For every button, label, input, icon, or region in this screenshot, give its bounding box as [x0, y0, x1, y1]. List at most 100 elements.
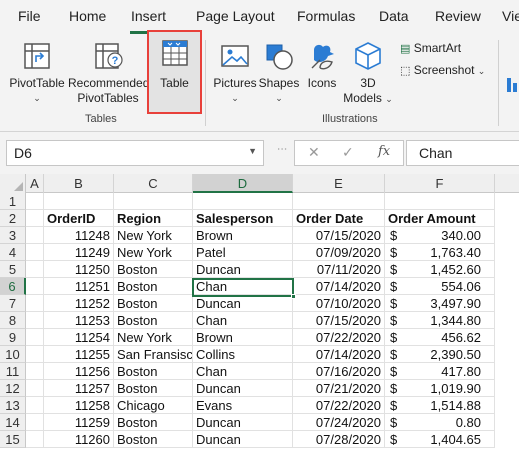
cell-d3[interactable]: Brown [193, 227, 293, 244]
cell-c5[interactable]: Boston [114, 261, 193, 278]
cell-a6[interactable] [26, 278, 44, 295]
cell-b9[interactable]: 11254 [44, 329, 114, 346]
cell-f3[interactable]: $340.00 [385, 227, 495, 244]
cell-e9[interactable]: 07/22/2020 [293, 329, 385, 346]
row-header-8[interactable]: 8 [0, 312, 26, 329]
row-header-2[interactable]: 2 [0, 210, 26, 227]
cell-b13[interactable]: 11258 [44, 397, 114, 414]
cell-e4[interactable]: 07/09/2020 [293, 244, 385, 261]
cell-b8[interactable]: 11253 [44, 312, 114, 329]
column-header-a[interactable]: A [26, 174, 44, 193]
cell-e5[interactable]: 07/11/2020 [293, 261, 385, 278]
cell-d4[interactable]: Patel [193, 244, 293, 261]
row-header-3[interactable]: 3 [0, 227, 26, 244]
table-button[interactable]: Table [149, 36, 200, 91]
cell-d1[interactable] [193, 193, 293, 210]
chevron-down-icon[interactable]: ▼ [248, 146, 257, 156]
cell-d9[interactable]: Brown [193, 329, 293, 346]
column-header-e[interactable]: E [293, 174, 385, 193]
fill-handle[interactable] [291, 294, 296, 299]
cell-c15[interactable]: Boston [114, 431, 193, 448]
cell-b12[interactable]: 11257 [44, 380, 114, 397]
row-header-9[interactable]: 9 [0, 329, 26, 346]
tab-review[interactable]: Review [435, 8, 481, 24]
cell-c8[interactable]: Boston [114, 312, 193, 329]
cancel-icon[interactable]: ✕ [308, 144, 320, 161]
cell-f11[interactable]: $417.80 [385, 363, 495, 380]
cell-b7[interactable]: 11252 [44, 295, 114, 312]
cell-e2[interactable]: Order Date [293, 210, 385, 227]
column-header-d[interactable]: D [193, 174, 293, 193]
cell-c12[interactable]: Boston [114, 380, 193, 397]
cell-f1[interactable] [385, 193, 495, 210]
row-header-10[interactable]: 10 [0, 346, 26, 363]
cell-f10[interactable]: $2,390.50 [385, 346, 495, 363]
cell-a14[interactable] [26, 414, 44, 431]
shapes-button[interactable]: Shapes ⌄ [258, 40, 300, 106]
row-header-14[interactable]: 14 [0, 414, 26, 431]
cell-a1[interactable] [26, 193, 44, 210]
cell-a12[interactable] [26, 380, 44, 397]
smartart-button[interactable]: ▤ SmartArt [400, 41, 461, 55]
cell-a5[interactable] [26, 261, 44, 278]
screenshot-button[interactable]: ⬚ Screenshot ⌄ [400, 63, 485, 77]
cell-f6[interactable]: $554.06 [385, 278, 495, 295]
tab-file[interactable]: File [18, 8, 41, 24]
cell-c7[interactable]: Boston [114, 295, 193, 312]
cell-b6[interactable]: 11251 [44, 278, 114, 295]
3d-models-button[interactable]: 3D Models ⌄ [342, 40, 394, 107]
cell-f2[interactable]: Order Amount [385, 210, 495, 227]
row-header-6[interactable]: 6 [0, 278, 26, 295]
cell-c3[interactable]: New York [114, 227, 193, 244]
cell-b11[interactable]: 11256 [44, 363, 114, 380]
row-header-5[interactable]: 5 [0, 261, 26, 278]
cell-e12[interactable]: 07/21/2020 [293, 380, 385, 397]
cell-f14[interactable]: $0.80 [385, 414, 495, 431]
cell-f8[interactable]: $1,344.80 [385, 312, 495, 329]
tab-page-layout[interactable]: Page Layout [196, 8, 275, 24]
cell-c1[interactable] [114, 193, 193, 210]
tab-data[interactable]: Data [379, 8, 409, 24]
cell-b2[interactable]: OrderID [44, 210, 114, 227]
cell-d11[interactable]: Chan [193, 363, 293, 380]
row-header-1[interactable]: 1 [0, 193, 26, 210]
cell-d8[interactable]: Chan [193, 312, 293, 329]
cell-f15[interactable]: $1,404.65 [385, 431, 495, 448]
pictures-button[interactable]: Pictures ⌄ [210, 40, 260, 106]
cell-f4[interactable]: $1,763.40 [385, 244, 495, 261]
cell-f7[interactable]: $3,497.90 [385, 295, 495, 312]
cell-d15[interactable]: Duncan [193, 431, 293, 448]
tab-insert[interactable]: Insert [131, 8, 166, 24]
cell-c6[interactable]: Boston [114, 278, 193, 295]
cell-d5[interactable]: Duncan [193, 261, 293, 278]
spreadsheet-grid[interactable]: A B C D E F 1 2 OrderID Region Salesperson Order Da… [0, 174, 519, 458]
cell-a11[interactable] [26, 363, 44, 380]
recommended-pivottables-button[interactable]: ? Recommended PivotTables [68, 40, 149, 106]
cell-a9[interactable] [26, 329, 44, 346]
cell-a10[interactable] [26, 346, 44, 363]
tab-formulas[interactable]: Formulas [297, 8, 355, 24]
cell-a4[interactable] [26, 244, 44, 261]
cell-c9[interactable]: New York [114, 329, 193, 346]
cell-a13[interactable] [26, 397, 44, 414]
cell-c14[interactable]: Boston [114, 414, 193, 431]
cell-b10[interactable]: 11255 [44, 346, 114, 363]
select-all-button[interactable] [0, 174, 26, 193]
cell-d12[interactable]: Duncan [193, 380, 293, 397]
cell-b3[interactable]: 11248 [44, 227, 114, 244]
name-box[interactable]: D6 ▼ [6, 140, 264, 166]
cell-a8[interactable] [26, 312, 44, 329]
column-header-b[interactable]: B [44, 174, 114, 193]
row-header-15[interactable]: 15 [0, 431, 26, 448]
cell-c2[interactable]: Region [114, 210, 193, 227]
cell-a2[interactable] [26, 210, 44, 227]
cell-e10[interactable]: 07/14/2020 [293, 346, 385, 363]
cell-e7[interactable]: 07/10/2020 [293, 295, 385, 312]
cell-c10[interactable]: San Fransisc [114, 346, 193, 363]
cell-f12[interactable]: $1,019.90 [385, 380, 495, 397]
cell-c11[interactable]: Boston [114, 363, 193, 380]
formula-input[interactable]: Chan [406, 140, 519, 166]
cell-d2[interactable]: Salesperson [193, 210, 293, 227]
cell-d10[interactable]: Collins [193, 346, 293, 363]
cell-d13[interactable]: Evans [193, 397, 293, 414]
